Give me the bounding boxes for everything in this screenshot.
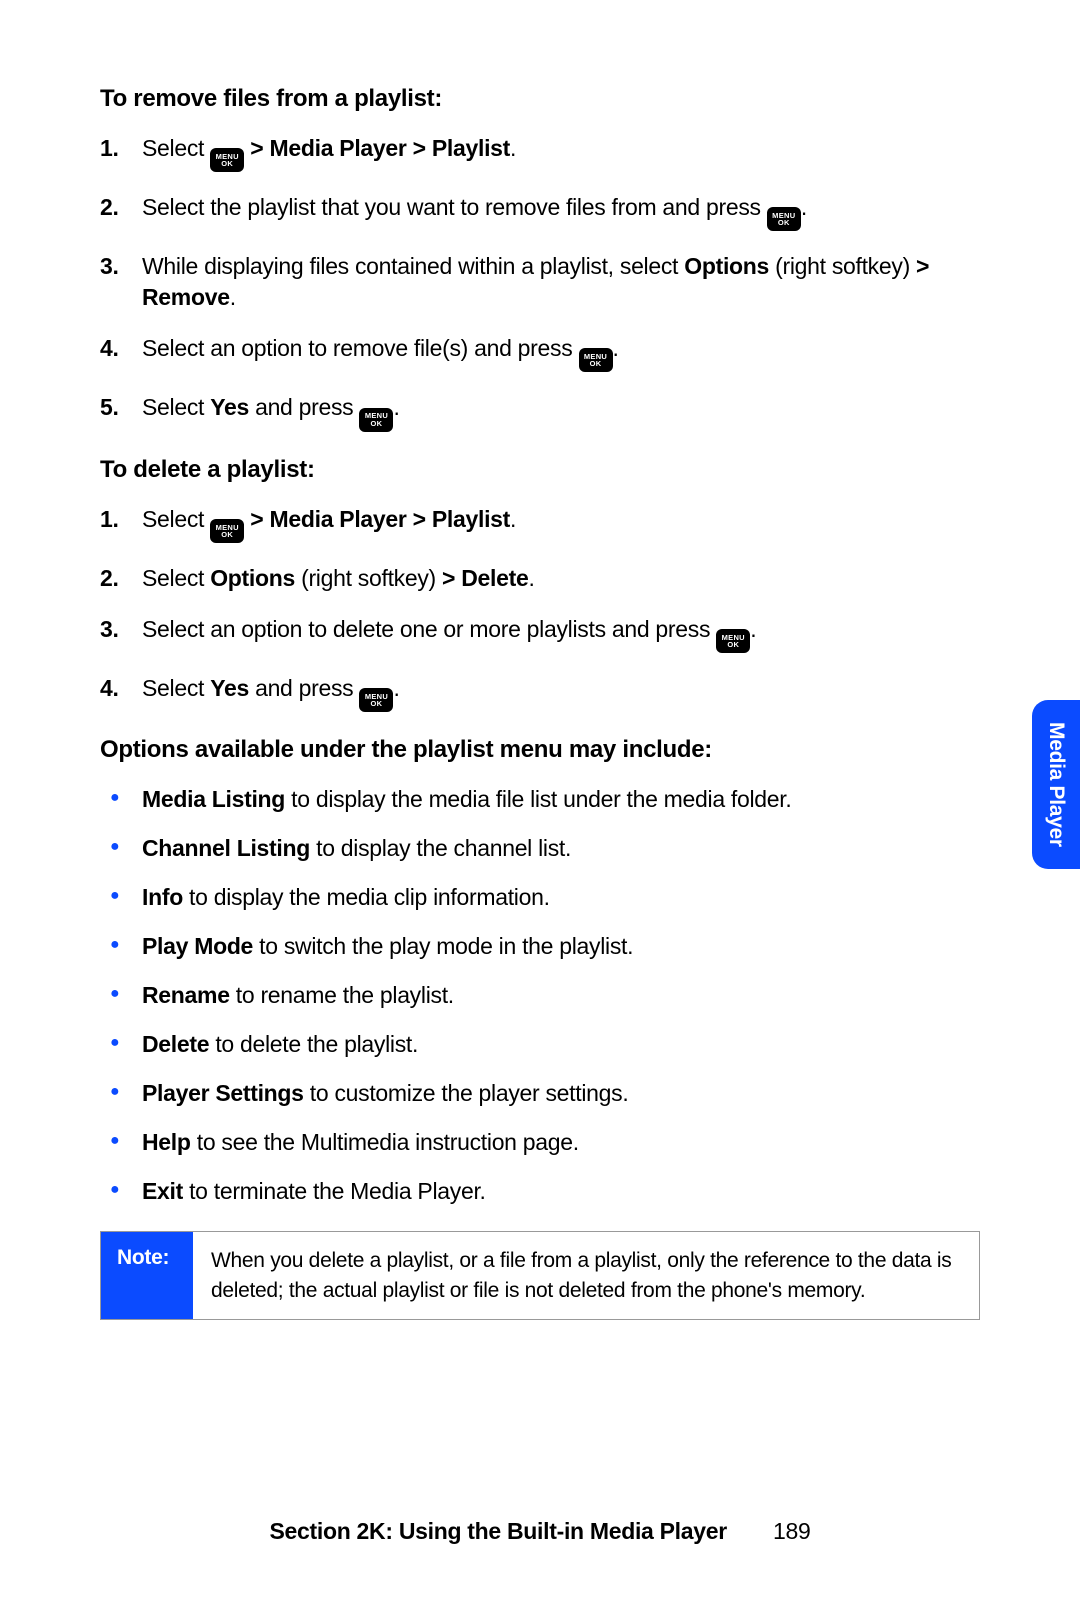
option-term: Play Mode	[142, 933, 253, 959]
option-term: Delete	[142, 1031, 209, 1057]
list-item: Help to see the Multimedia instruction p…	[142, 1127, 980, 1158]
step-bold: > Media Player > Playlist	[244, 135, 510, 161]
step-text: .	[613, 335, 619, 361]
menu-ok-key-icon: MENUOK	[359, 408, 393, 432]
option-term: Channel Listing	[142, 835, 310, 861]
note-box: Note: When you delete a playlist, or a f…	[100, 1231, 980, 1320]
heading-remove: To remove files from a playlist:	[100, 85, 980, 113]
list-item: 1. Select MENUOK > Media Player > Playli…	[142, 504, 980, 543]
menu-ok-key-icon: MENUOK	[767, 207, 801, 231]
option-desc: to terminate the Media Player.	[183, 1178, 486, 1204]
page-content: To remove files from a playlist: 1. Sele…	[0, 0, 1080, 1320]
list-item: Media Listing to display the media file …	[142, 784, 980, 815]
list-item: Channel Listing to display the channel l…	[142, 833, 980, 864]
step-text: .	[393, 394, 399, 420]
menu-ok-key-icon: MENUOK	[210, 519, 244, 543]
step-text: While displaying files contained within …	[142, 253, 684, 279]
list-item: Info to display the media clip informati…	[142, 882, 980, 913]
step-text: .	[528, 565, 534, 591]
step-text: Select	[142, 506, 210, 532]
footer: Section 2K: Using the Built-in Media Pla…	[0, 1518, 1080, 1545]
list-item: 5. Select Yes and press MENUOK.	[142, 392, 980, 431]
list-item: 1. Select MENUOK > Media Player > Playli…	[142, 133, 980, 172]
option-desc: to display the media clip information.	[183, 884, 550, 910]
option-desc: to customize the player settings.	[304, 1080, 629, 1106]
list-item: Exit to terminate the Media Player.	[142, 1176, 980, 1207]
step-text: .	[801, 194, 807, 220]
list-item: Rename to rename the playlist.	[142, 980, 980, 1011]
step-text: .	[510, 135, 516, 161]
option-term: Help	[142, 1129, 191, 1155]
step-bold: Yes	[210, 394, 249, 420]
step-text: .	[510, 506, 516, 532]
step-text: and press	[249, 394, 360, 420]
heading-delete: To delete a playlist:	[100, 456, 980, 484]
step-bold: > Delete	[442, 565, 528, 591]
list-item: 3. Select an option to delete one or mor…	[142, 614, 980, 653]
side-tab-media-player: Media Player	[1032, 700, 1080, 869]
step-text: Select	[142, 675, 210, 701]
step-text: Select the playlist that you want to rem…	[142, 194, 767, 220]
option-desc: to switch the play mode in the playlist.	[253, 933, 633, 959]
step-text: and press	[249, 675, 360, 701]
remove-steps: 1. Select MENUOK > Media Player > Playli…	[100, 133, 980, 432]
list-item: 2. Select Options (right softkey) > Dele…	[142, 563, 980, 594]
option-term: Rename	[142, 982, 230, 1008]
option-desc: to display the media file list under the…	[285, 786, 791, 812]
option-desc: to see the Multimedia instruction page.	[191, 1129, 579, 1155]
step-text: .	[393, 675, 399, 701]
page-number: 189	[773, 1518, 810, 1544]
list-item: 3. While displaying files contained with…	[142, 251, 980, 313]
step-text: (right softkey)	[295, 565, 442, 591]
step-text: .	[750, 616, 756, 642]
step-bold: Yes	[210, 675, 249, 701]
step-text: (right softkey)	[769, 253, 916, 279]
step-bold: Options	[684, 253, 769, 279]
option-desc: to display the channel list.	[310, 835, 571, 861]
list-item: Delete to delete the playlist.	[142, 1029, 980, 1060]
option-desc: to delete the playlist.	[209, 1031, 418, 1057]
list-item: 2. Select the playlist that you want to …	[142, 192, 980, 231]
options-list: Media Listing to display the media file …	[100, 784, 980, 1207]
note-label: Note:	[101, 1232, 193, 1319]
menu-ok-key-icon: MENUOK	[210, 148, 244, 172]
list-item: 4. Select Yes and press MENUOK.	[142, 673, 980, 712]
step-bold: Options	[210, 565, 295, 591]
option-desc: to rename the playlist.	[230, 982, 454, 1008]
option-term: Info	[142, 884, 183, 910]
note-body: When you delete a playlist, or a file fr…	[193, 1232, 979, 1319]
delete-steps: 1. Select MENUOK > Media Player > Playli…	[100, 504, 980, 712]
list-item: 4. Select an option to remove file(s) an…	[142, 333, 980, 372]
option-term: Media Listing	[142, 786, 285, 812]
step-bold: > Media Player > Playlist	[244, 506, 510, 532]
list-item: Player Settings to customize the player …	[142, 1078, 980, 1109]
menu-ok-key-icon: MENUOK	[359, 688, 393, 712]
menu-ok-key-icon: MENUOK	[579, 348, 613, 372]
step-text: Select	[142, 135, 210, 161]
menu-ok-key-icon: MENUOK	[716, 629, 750, 653]
heading-options: Options available under the playlist men…	[100, 736, 980, 764]
step-text: .	[230, 284, 236, 310]
step-text: Select	[142, 565, 210, 591]
step-text: Select an option to delete one or more p…	[142, 616, 716, 642]
footer-section-title: Section 2K: Using the Built-in Media Pla…	[270, 1518, 727, 1544]
step-text: Select an option to remove file(s) and p…	[142, 335, 579, 361]
option-term: Exit	[142, 1178, 183, 1204]
option-term: Player Settings	[142, 1080, 304, 1106]
step-text: Select	[142, 394, 210, 420]
list-item: Play Mode to switch the play mode in the…	[142, 931, 980, 962]
